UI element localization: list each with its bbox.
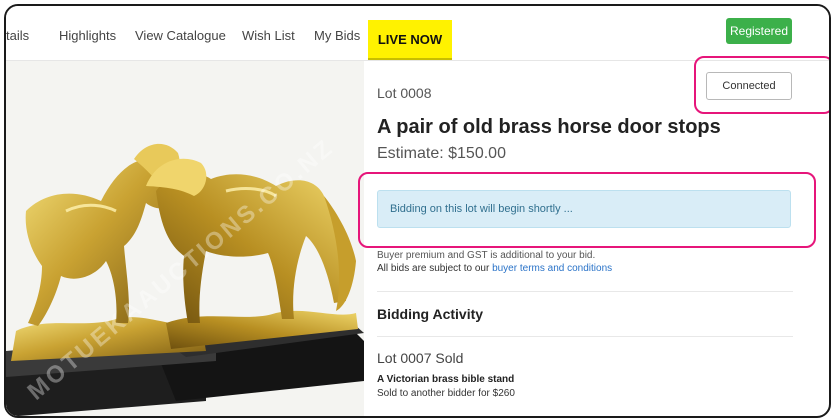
sold-lot-heading: Lot 0007 Sold [377, 350, 464, 366]
lot-estimate: Estimate: $150.00 [377, 145, 506, 162]
nav-item-wish-list[interactable]: Wish List [242, 28, 295, 43]
terms-link[interactable]: buyer terms and conditions [492, 263, 612, 274]
nav-item-details[interactable]: tails [6, 28, 29, 43]
divider [377, 336, 793, 337]
nav-item-my-bids[interactable]: My Bids [314, 28, 360, 43]
terms-prefix: All bids are subject to our [377, 263, 493, 274]
bidding-activity-heading: Bidding Activity [377, 306, 484, 322]
buyer-premium-note: Buyer premium and GST is additional to y… [377, 250, 596, 261]
notice-highlight [358, 172, 816, 248]
sold-lot-title: A Victorian brass bible stand [377, 374, 515, 385]
lot-title: A pair of old brass horse door stops [377, 116, 721, 138]
nav-item-view-catalogue[interactable]: View Catalogue [135, 28, 226, 43]
registered-button[interactable]: Registered [726, 18, 792, 44]
browser-frame: tails Highlights View Catalogue Wish Lis… [4, 4, 831, 418]
nav-item-live-now[interactable]: LIVE NOW [368, 20, 452, 60]
sold-lot-detail: Sold to another bidder for $260 [377, 388, 515, 399]
terms-line: All bids are subject to our buyer terms … [377, 263, 612, 274]
brass-horses-photo: MOTUEKAAUCTIONS.CO.NZ [6, 61, 364, 416]
divider [377, 291, 793, 292]
lot-number: Lot 0008 [377, 85, 432, 101]
top-nav: tails Highlights View Catalogue Wish Lis… [6, 6, 829, 61]
lot-image[interactable]: MOTUEKAAUCTIONS.CO.NZ [6, 61, 364, 416]
nav-item-highlights[interactable]: Highlights [59, 28, 116, 43]
connected-highlight [694, 56, 829, 114]
